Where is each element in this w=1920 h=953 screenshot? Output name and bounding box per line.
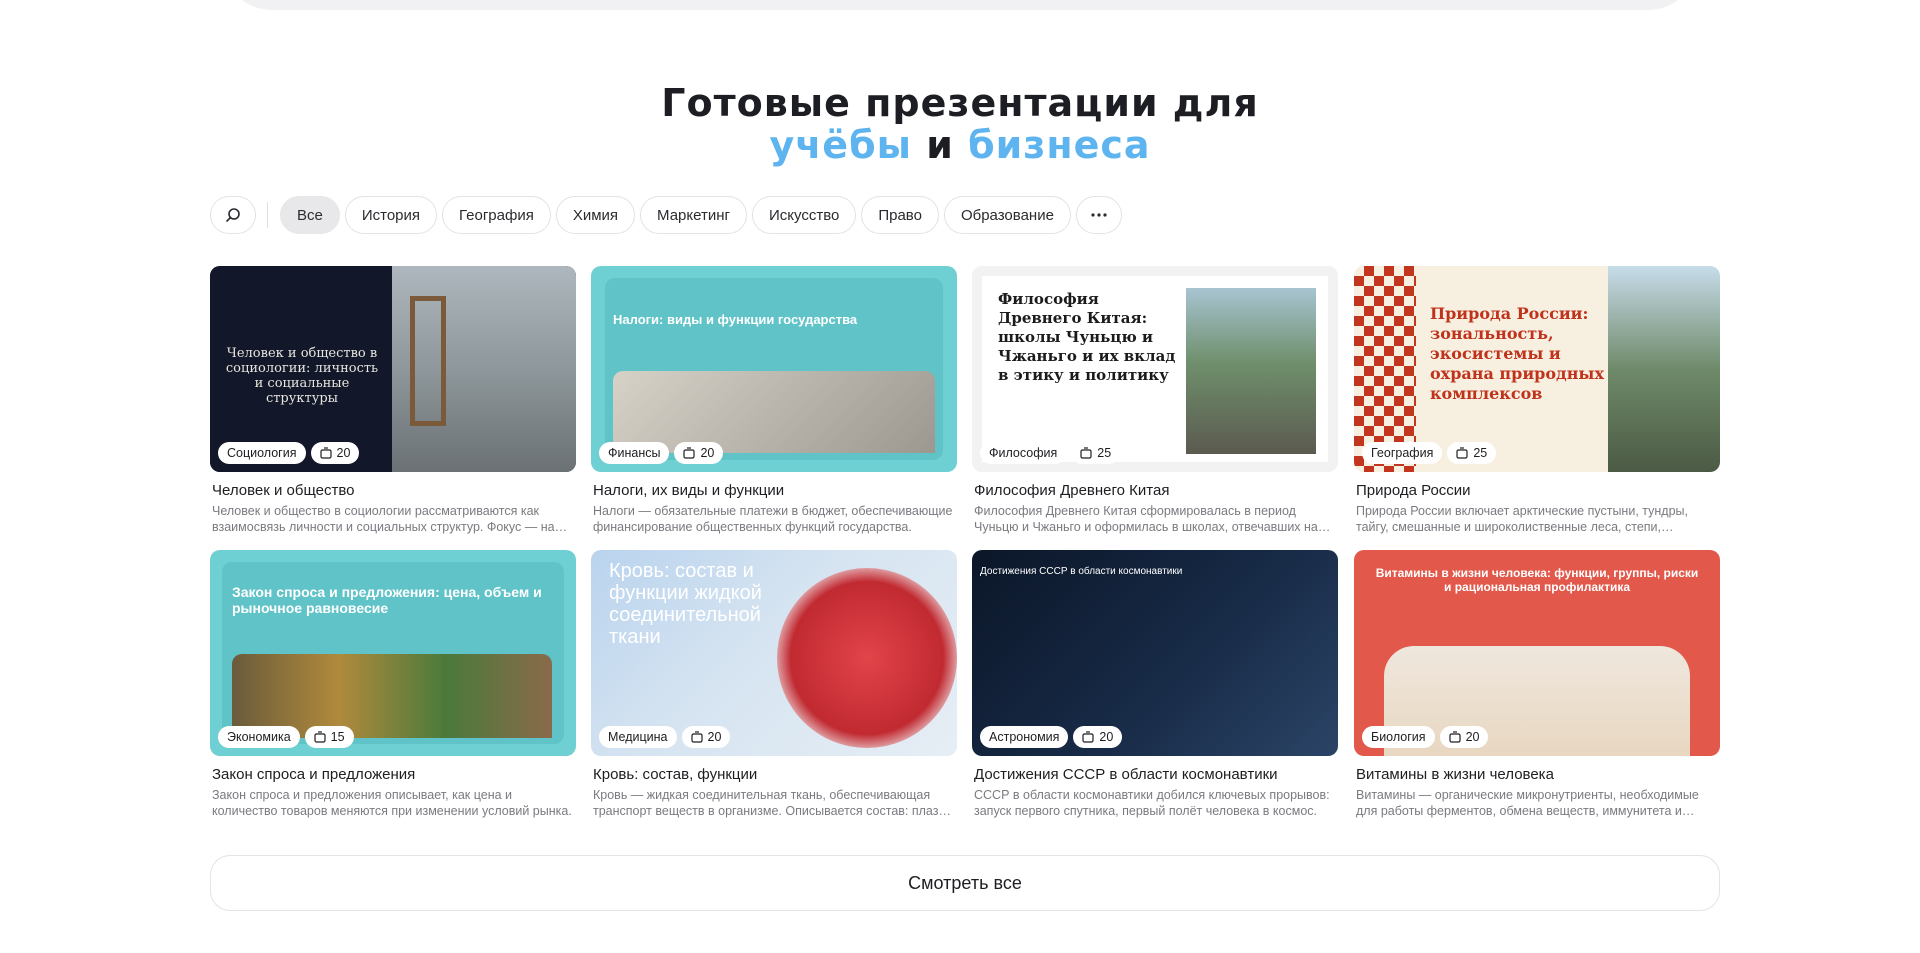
card-thumbnail[interactable]: Природа России: зональность, экосистемы … bbox=[1354, 266, 1720, 472]
category-badge: География bbox=[1362, 442, 1443, 464]
hero-accent-word-business: бизнеса bbox=[968, 123, 1151, 167]
presentation-card[interactable]: Налоги: виды и функции государства Финан… bbox=[591, 266, 957, 535]
filter-divider bbox=[267, 202, 268, 228]
thumbnail-title: Философия Древнего Китая: школы Чуньцю и… bbox=[998, 290, 1176, 384]
hero-section: Готовые презентации для учёбы и бизнеса bbox=[0, 82, 1920, 166]
slides-count: 20 bbox=[1465, 730, 1480, 744]
search-icon bbox=[226, 208, 240, 222]
card-thumbnail[interactable]: Кровь: состав и функции жидкой соедините… bbox=[591, 550, 957, 756]
thumbnail-title: Витамины в жизни человека: функции, груп… bbox=[1375, 566, 1699, 594]
card-title[interactable]: Достижения СССР в области космонавтики bbox=[972, 766, 1338, 783]
category-filters: Все История География Химия Маркетинг Ис… bbox=[210, 196, 1127, 234]
card-title[interactable]: Философия Древнего Китая bbox=[972, 482, 1338, 499]
card-title[interactable]: Человек и общество bbox=[210, 482, 576, 499]
slides-icon bbox=[314, 731, 326, 743]
card-description: Философия Древнего Китая сформировалась … bbox=[974, 504, 1318, 534]
more-filters-button[interactable] bbox=[1075, 196, 1122, 234]
card-thumbnail[interactable]: Человек и общество в социологии: личност… bbox=[210, 266, 576, 472]
slides-icon bbox=[1448, 731, 1461, 743]
presentation-card[interactable]: Природа России: зональность, экосистемы … bbox=[1354, 266, 1720, 535]
slides-count: 20 bbox=[336, 446, 351, 460]
top-search-bar-edge bbox=[222, 0, 1698, 10]
card-description: Налоги — обязательные платежи в бюджет, … bbox=[593, 504, 953, 534]
thumbnail-title: Природа России: зональность, экосистемы … bbox=[1430, 304, 1604, 403]
slides-count: 20 bbox=[700, 446, 715, 460]
slides-icon bbox=[690, 731, 703, 743]
filter-chip-marketing[interactable]: Маркетинг bbox=[640, 196, 747, 234]
slides-count-badge: 25 bbox=[1447, 442, 1497, 464]
card-thumbnail[interactable]: Закон спроса и предложения: цена, объем … bbox=[210, 550, 576, 756]
slides-count-badge: 20 bbox=[674, 442, 724, 464]
search-button[interactable] bbox=[210, 196, 256, 234]
filter-chip-chemistry[interactable]: Химия bbox=[555, 196, 636, 234]
category-badge: Философия bbox=[980, 442, 1067, 464]
filter-chip-geography[interactable]: География bbox=[442, 196, 551, 234]
hero-title-line1: Готовые презентации для bbox=[661, 81, 1259, 125]
category-badge: Медицина bbox=[599, 726, 677, 748]
thumbnail-title: Закон спроса и предложения: цена, объем … bbox=[232, 584, 542, 616]
category-badge: Экономика bbox=[218, 726, 300, 748]
slides-count-badge: 20 bbox=[1439, 726, 1489, 748]
card-thumbnail[interactable]: Налоги: виды и функции государства Финан… bbox=[591, 266, 957, 472]
category-badge: Биология bbox=[1362, 726, 1435, 748]
filter-chip-all[interactable]: Все bbox=[280, 196, 340, 234]
category-badge: Финансы bbox=[599, 442, 670, 464]
filter-chip-art[interactable]: Искусство bbox=[751, 196, 857, 234]
thumbnail-title: Налоги: виды и функции государства bbox=[613, 312, 858, 327]
presentation-card[interactable]: Человек и общество в социологии: личност… bbox=[210, 266, 576, 535]
slides-icon bbox=[1080, 447, 1092, 459]
slides-count-badge: 20 bbox=[310, 442, 360, 464]
slides-count: 25 bbox=[1097, 446, 1112, 460]
card-description: Человек и общество в социологии рассматр… bbox=[212, 504, 555, 534]
slides-icon bbox=[683, 447, 696, 459]
hero-title: Готовые презентации для учёбы и бизнеса bbox=[0, 82, 1920, 166]
presentation-card[interactable]: Закон спроса и предложения: цена, объем … bbox=[210, 550, 576, 819]
thumbnail-title: Человек и общество в социологии: личност… bbox=[225, 346, 379, 406]
slides-count: 20 bbox=[707, 730, 722, 744]
category-badge: Социология bbox=[218, 442, 306, 464]
hero-connector: и bbox=[926, 123, 954, 167]
slides-count-badge: 25 bbox=[1071, 442, 1121, 464]
card-thumbnail[interactable]: Философия Древнего Китая: школы Чуньцю и… bbox=[972, 266, 1338, 472]
slides-count: 20 bbox=[1099, 730, 1114, 744]
category-badge: Астрономия bbox=[980, 726, 1069, 748]
presentation-card[interactable]: Кровь: состав и функции жидкой соедините… bbox=[591, 550, 957, 819]
slides-count-badge: 15 bbox=[304, 726, 354, 748]
card-description: СССР в области космонавтики добился ключ… bbox=[974, 788, 1330, 818]
slides-icon bbox=[1456, 447, 1468, 459]
card-thumbnail[interactable]: Достижения СССР в области космонавтики А… bbox=[972, 550, 1338, 756]
card-title[interactable]: Кровь: состав, функции bbox=[591, 766, 957, 783]
thumbnail-title: Достижения СССР в области космонавтики bbox=[980, 566, 1183, 577]
card-description: Закон спроса и предложения описывает, ка… bbox=[212, 788, 572, 818]
filter-chip-law[interactable]: Право bbox=[861, 196, 939, 234]
slides-count-badge: 20 bbox=[681, 726, 731, 748]
more-dots-icon bbox=[1091, 213, 1107, 217]
card-description: Витамины — органические микронутриенты, … bbox=[1356, 788, 1699, 818]
slides-count: 15 bbox=[330, 730, 345, 744]
card-description: Кровь — жидкая соединительная ткань, обе… bbox=[593, 788, 955, 818]
card-thumbnail[interactable]: Витамины в жизни человека: функции, груп… bbox=[1354, 550, 1720, 756]
see-all-button[interactable]: Смотреть все bbox=[210, 855, 1720, 911]
card-title[interactable]: Закон спроса и предложения bbox=[210, 766, 576, 783]
slides-count-badge: 20 bbox=[1073, 726, 1123, 748]
slides-icon bbox=[319, 447, 332, 459]
presentation-card[interactable]: Достижения СССР в области космонавтики А… bbox=[972, 550, 1338, 819]
card-title[interactable]: Природа России bbox=[1354, 482, 1720, 499]
card-description: Природа России включает арктические пуст… bbox=[1356, 504, 1688, 534]
hero-accent-word-study: учёбы bbox=[769, 123, 912, 167]
presentation-card[interactable]: Витамины в жизни человека: функции, груп… bbox=[1354, 550, 1720, 819]
card-title[interactable]: Витамины в жизни человека bbox=[1354, 766, 1720, 783]
card-title[interactable]: Налоги, их виды и функции bbox=[591, 482, 957, 499]
slides-icon bbox=[1082, 731, 1095, 743]
thumbnail-title: Кровь: состав и функции жидкой соедините… bbox=[609, 560, 762, 648]
filter-chip-education[interactable]: Образование bbox=[943, 196, 1071, 234]
presentation-card[interactable]: Философия Древнего Китая: школы Чуньцю и… bbox=[972, 266, 1338, 535]
filter-chip-history[interactable]: История bbox=[344, 196, 438, 234]
slides-count: 25 bbox=[1473, 446, 1488, 460]
